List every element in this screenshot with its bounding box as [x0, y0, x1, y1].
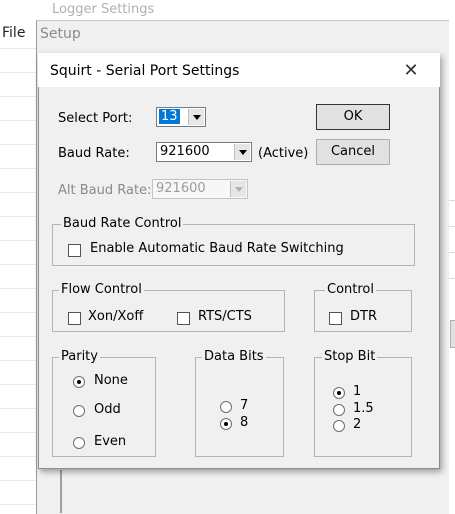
data-bits-title: Data Bits: [202, 349, 266, 364]
close-icon: ✕: [403, 60, 419, 81]
xon-xoff-checkbox[interactable]: [68, 312, 81, 325]
stop-bit-1-5-radio[interactable]: [333, 404, 345, 416]
select-port-value: 13: [159, 109, 180, 124]
dialog-title: Squirt - Serial Port Settings: [50, 63, 240, 79]
stop-bit-2-radio[interactable]: [333, 420, 345, 432]
parity-even-label: Even: [94, 434, 127, 449]
background-list: [0, 0, 36, 513]
baud-rate-status: (Active): [258, 146, 309, 161]
rts-cts-checkbox[interactable]: [177, 312, 190, 325]
stop-bit-1-label: 1: [353, 384, 362, 399]
data-bits-8-radio[interactable]: [220, 418, 232, 430]
baud-rate-control-title: Baud Rate Control: [61, 216, 184, 231]
enable-auto-baud-label: Enable Automatic Baud Rate Switching: [90, 241, 344, 256]
chevron-down-icon[interactable]: [234, 144, 250, 160]
baud-rate-label: Baud Rate:: [58, 146, 130, 161]
ok-button[interactable]: OK: [316, 104, 390, 130]
data-bits-7-radio[interactable]: [220, 401, 232, 413]
alt-baud-rate-combo: 921600: [152, 179, 248, 199]
parity-odd-label: Odd: [94, 402, 121, 417]
setup-window-title: Setup: [40, 26, 81, 42]
dtr-label: DTR: [350, 309, 377, 324]
select-port-combo[interactable]: 13: [156, 107, 206, 127]
background-window-title: Logger Settings: [52, 2, 155, 17]
close-button[interactable]: ✕: [398, 59, 424, 83]
rts-cts-label: RTS/CTS: [198, 309, 252, 324]
dtr-checkbox[interactable]: [329, 312, 342, 325]
setup-side-button[interactable]: [450, 320, 455, 348]
data-bits-8-label: 8: [240, 415, 249, 430]
parity-odd-radio[interactable]: [73, 405, 85, 417]
chevron-down-icon[interactable]: [188, 109, 204, 125]
stop-bit-1-5-label: 1.5: [353, 401, 374, 416]
control-title: Control: [325, 282, 376, 297]
chevron-down-icon: [230, 181, 246, 197]
parity-none-label: None: [94, 373, 128, 388]
parity-even-radio[interactable]: [73, 437, 85, 449]
alt-baud-rate-value: 921600: [156, 181, 206, 196]
parity-none-radio[interactable]: [73, 376, 85, 388]
enable-auto-baud-checkbox[interactable]: [68, 244, 81, 257]
stop-bit-title: Stop Bit: [322, 349, 378, 364]
baud-rate-combo[interactable]: 921600: [156, 142, 252, 162]
parity-title: Parity: [59, 349, 100, 364]
baud-rate-value: 921600: [160, 144, 210, 159]
file-menu[interactable]: File: [2, 25, 25, 41]
setup-divider: [60, 470, 62, 513]
alt-baud-rate-label: Alt Baud Rate:: [58, 183, 152, 198]
data-bits-7-label: 7: [240, 398, 249, 413]
select-port-label: Select Port:: [58, 111, 133, 126]
flow-control-title: Flow Control: [59, 282, 144, 297]
stop-bit-2-label: 2: [353, 417, 362, 432]
cancel-button[interactable]: Cancel: [316, 139, 390, 165]
xon-xoff-label: Xon/Xoff: [88, 309, 144, 324]
stop-bit-1-radio[interactable]: [333, 387, 345, 399]
